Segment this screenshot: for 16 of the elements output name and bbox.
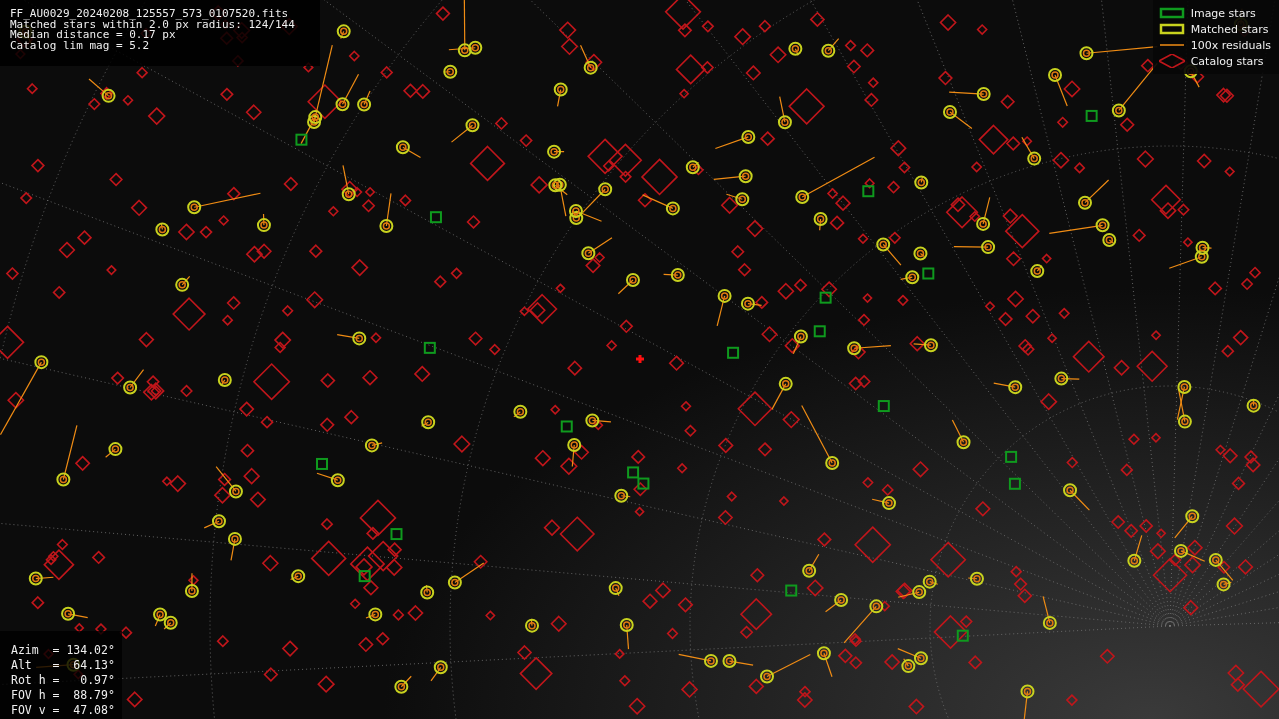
info-line: Median distance = 0.17 px <box>10 30 176 41</box>
legend-label: Image stars <box>1190 6 1256 20</box>
info-line: Matched stars within 2.0 px radius: 124/144 <box>10 19 296 30</box>
image-star-legend-icon <box>1158 6 1185 20</box>
pointing-line: FOV h = 88.79° <box>11 688 116 703</box>
diamond-legend-icon <box>1158 54 1185 68</box>
pointing-line: Alt = 64.13° <box>11 658 116 673</box>
legend-label: Matched stars <box>1190 22 1269 36</box>
legend-label: Catalog stars <box>1190 54 1264 68</box>
pointing-line: Azim = 134.02° <box>11 643 116 658</box>
pointing-line: FOV v = 47.08° <box>11 703 116 718</box>
pointing-line: Rot h = 0.97° <box>11 673 116 688</box>
matched-star-legend-icon <box>1158 22 1185 36</box>
info-line: Catalog lim mag = 5.2 <box>10 40 151 51</box>
info-line: FF_AU0029_20240208_125557_573_0107520.fits <box>10 9 290 20</box>
legend-label: 100x residuals <box>1190 38 1271 52</box>
